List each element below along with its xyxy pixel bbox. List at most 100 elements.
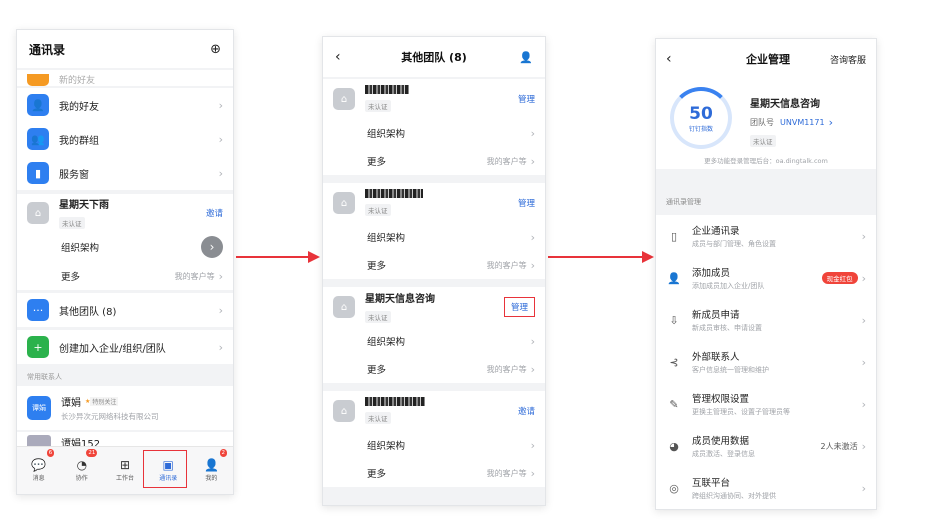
team-row[interactable]: ⌂ 未认证 邀请	[323, 391, 545, 431]
member-usage-data-item[interactable]: ◕ 成员使用数据 成员激活、登录信息 2人未激活 ›	[656, 425, 876, 467]
my-groups-label: 我的群组	[59, 135, 99, 147]
admin-notice: 更多功能登录管理后台：oa.dingtalk.com	[704, 157, 828, 165]
service-window-label: 服务窗	[59, 169, 89, 181]
page-title: 其他团队 (8)	[401, 51, 467, 64]
team-icon: ⌂	[333, 192, 355, 214]
team-no-label: 团队号	[750, 118, 774, 127]
more-right-text: 我的客户等	[486, 156, 527, 166]
org-structure-row[interactable]: 组织架构 ›	[323, 327, 545, 355]
globe-icon: ◎	[669, 481, 679, 495]
manage-link[interactable]: 管理	[518, 93, 535, 105]
team-name: 星期天下雨	[59, 200, 109, 211]
pie-chart-icon: ◕	[669, 439, 679, 453]
item-title: 管理权限设置	[692, 394, 750, 405]
enterprise-contacts-item[interactable]: ▯ 企业通讯录 成员与部门管理、角色设置 ›	[656, 215, 876, 257]
org-structure-row[interactable]: 组织架构 ›	[323, 223, 545, 251]
tab-workbench[interactable]: ⊞ 工作台	[103, 447, 146, 494]
team-row[interactable]: ⌂ 未认证 管理	[323, 79, 545, 119]
team-name-blurred	[365, 189, 423, 198]
team-name: 星期天信息咨询	[365, 294, 435, 305]
company-card: 50 钉钉指数 星期天信息咨询 团队号 UNVM1171 › 未认证 更多功能登…	[656, 79, 876, 169]
invite-link[interactable]: 邀请	[206, 207, 223, 219]
unverified-badge: 未认证	[750, 135, 776, 147]
new-friends-row[interactable]: 新的好友	[17, 70, 233, 86]
score-value: 50	[689, 103, 713, 124]
more-row[interactable]: 更多 我的客户等 ›	[323, 147, 545, 175]
person-icon: 👤	[203, 458, 219, 472]
manage-link[interactable]: 管理	[518, 197, 535, 209]
contact-row[interactable]: 谭娟 谭娟 ★ 特别关注 长沙异次元网络科技有限公司	[17, 386, 233, 430]
score-gauge[interactable]: 50 钉钉指数	[670, 87, 732, 149]
more-label: 更多	[367, 365, 387, 376]
external-contacts-item[interactable]: ⊰ 外部联系人 客户信息统一管理和维护 ›	[656, 341, 876, 383]
bottom-tab-bar: 💬 6 消息 ◔ 21 协作 ⊞ 工作台 ▣ 通讯录 👤 2 我的	[17, 446, 233, 494]
service-window-row[interactable]: ▮ 服务窗 ›	[17, 156, 233, 190]
unverified-badge: 未认证	[365, 204, 391, 216]
flow-arrow	[236, 256, 310, 258]
chevron-right-icon: ›	[861, 271, 866, 285]
item-title: 企业通讯录	[692, 226, 740, 237]
add-circle-icon[interactable]: ⊕	[210, 42, 221, 57]
application-icon: ⇩	[669, 313, 679, 327]
create-org-row[interactable]: + 创建加入企业/组织/团队 ›	[17, 330, 233, 364]
chevron-right-icon: ›	[218, 132, 223, 146]
item-title: 互联平台	[692, 478, 731, 489]
badge-count: 2	[219, 449, 228, 457]
org-structure-row[interactable]: 组织架构 ›	[323, 119, 545, 147]
section-label: 通讯录管理	[666, 198, 701, 206]
badge-count: 6	[46, 449, 55, 457]
more-row[interactable]: 更多 我的客户等 ›	[323, 355, 545, 383]
special-tag: 特别关注	[90, 397, 119, 406]
permission-settings-item[interactable]: ✎ 管理权限设置 更换主管理员、设置子管理员等 ›	[656, 383, 876, 425]
new-member-application-item[interactable]: ⇩ 新成员申请 新成员审核、申请设置 ›	[656, 299, 876, 341]
back-icon[interactable]: ‹	[666, 51, 686, 67]
more-row[interactable]: 更多 我的客户等 ›	[17, 262, 233, 290]
org-structure-label: 组织架构	[367, 441, 406, 452]
interconnect-platform-item[interactable]: ◎ 互联平台 跨组织沟通协同、对外提供 ›	[656, 467, 876, 509]
tab-collab[interactable]: ◔ 21 协作	[60, 447, 103, 494]
my-friends-label: 我的好友	[59, 101, 99, 113]
tab-label: 工作台	[116, 475, 135, 482]
chevron-right-icon[interactable]: ›	[829, 116, 833, 129]
badge-count: 21	[86, 449, 98, 457]
add-member-icon[interactable]: 👤	[513, 51, 533, 64]
customer-service-link[interactable]: 咨询客服	[830, 53, 866, 66]
team-row[interactable]: ⌂ 未认证 管理	[323, 183, 545, 223]
more-right-text: 我的客户等	[174, 271, 215, 281]
team-icon: ⌂	[27, 202, 49, 224]
team-row[interactable]: ⌂ 星期天下雨 未认证 邀请	[17, 194, 233, 232]
item-title: 新成员申请	[692, 310, 740, 321]
my-groups-row[interactable]: 👥 我的群组 ›	[17, 122, 233, 156]
bookmark-icon: ▮	[27, 162, 49, 184]
item-desc: 更换主管理员、设置子管理员等	[692, 408, 790, 416]
unverified-badge: 未认证	[59, 217, 85, 229]
unverified-badge: 未认证	[365, 311, 391, 323]
back-icon[interactable]: ‹	[335, 49, 355, 65]
collab-icon: ◔	[76, 458, 88, 472]
chevron-right-icon: ›	[861, 229, 866, 243]
tab-messages[interactable]: 💬 6 消息	[17, 447, 60, 494]
company-name: 星期天信息咨询	[750, 99, 820, 110]
more-row[interactable]: 更多 我的客户等 ›	[323, 459, 545, 487]
add-member-item[interactable]: 👤 添加成员 添加成员加入企业/团队 现金红包 ›	[656, 257, 876, 299]
unverified-badge: 未认证	[365, 100, 391, 112]
floating-arrow-button[interactable]: ›	[201, 236, 223, 258]
more-row[interactable]: 更多 我的客户等 ›	[323, 251, 545, 279]
org-structure-row[interactable]: 组织架构 ›	[323, 431, 545, 459]
permission-icon: ✎	[669, 397, 679, 411]
my-friends-row[interactable]: 👤 我的好友 ›	[17, 88, 233, 122]
chevron-right-icon: ›	[861, 481, 866, 495]
other-teams-header: ‹ 其他团队 (8) 👤	[323, 37, 545, 77]
invite-link[interactable]: 邀请	[518, 405, 535, 417]
tab-mine[interactable]: 👤 2 我的	[190, 447, 233, 494]
other-teams-row[interactable]: ··· 其他团队 (8) ›	[17, 293, 233, 327]
manage-link[interactable]: 管理	[503, 297, 535, 317]
chevron-right-icon: ›	[861, 397, 866, 411]
team-row[interactable]: ⌂ 星期天信息咨询 未认证 管理	[323, 287, 545, 327]
flow-arrow	[548, 256, 644, 258]
chevron-right-icon: ›	[530, 466, 535, 480]
group-icon: 👥	[27, 128, 49, 150]
item-desc: 添加成员加入企业/团队	[692, 282, 765, 290]
team-name-blurred	[365, 397, 425, 406]
org-structure-row[interactable]: 组织架构 ›	[17, 232, 233, 262]
